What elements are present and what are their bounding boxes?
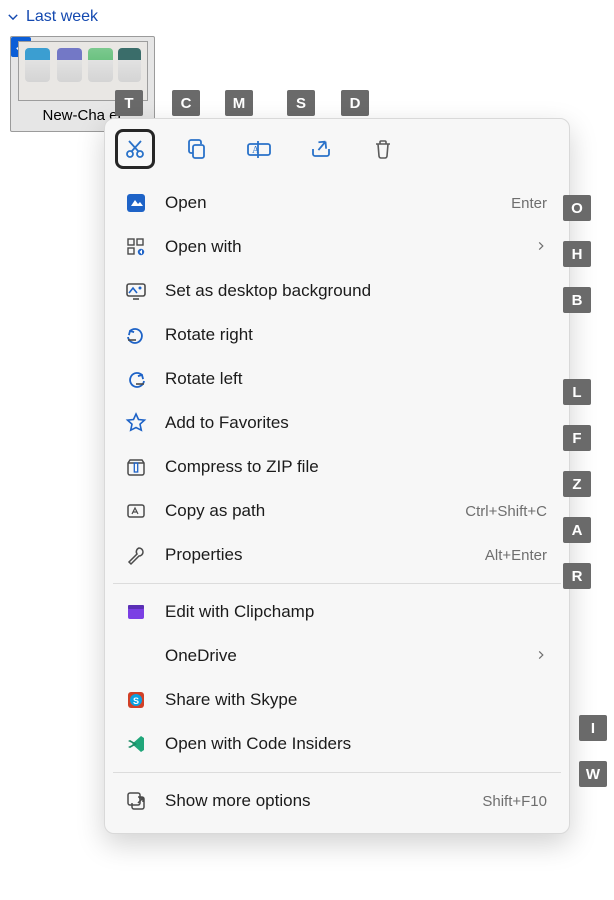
keytip-rot-left: L: [563, 379, 591, 405]
menu-favorites-label: Add to Favorites: [165, 413, 551, 433]
menu-favorites[interactable]: Add to Favorites: [113, 401, 561, 445]
scissors-icon: [123, 137, 147, 161]
wrench-icon: [123, 543, 149, 567]
keytip-fav: F: [563, 425, 591, 451]
keytip-skype: I: [579, 715, 607, 741]
copy-button[interactable]: [179, 131, 215, 167]
menu-compress[interactable]: Compress to ZIP file: [113, 445, 561, 489]
rotate-left-icon: [123, 367, 149, 391]
menu-copy-path-label: Copy as path: [165, 501, 449, 521]
menu-open-with-label: Open with: [165, 237, 519, 257]
menu-open[interactable]: Open Enter: [113, 181, 561, 225]
menu-rotate-right[interactable]: Rotate right: [113, 313, 561, 357]
context-menu-top-row: A: [105, 119, 569, 179]
rename-icon: A: [246, 137, 272, 161]
menu-onedrive-label: OneDrive: [165, 646, 519, 666]
menu-rotate-left[interactable]: Rotate left: [113, 357, 561, 401]
keytip-rename: M: [225, 90, 253, 116]
zip-icon: [123, 455, 149, 479]
menu-skype[interactable]: S Share with Skype: [113, 678, 561, 722]
keytip-code: W: [579, 761, 607, 787]
star-icon: [123, 411, 149, 435]
menu-copy-path[interactable]: Copy as path Ctrl+Shift+C: [113, 489, 561, 533]
menu-properties-label: Properties: [165, 545, 469, 565]
copy-icon: [185, 137, 209, 161]
menu-set-bg-label: Set as desktop background: [165, 281, 551, 301]
keytip-copy: C: [172, 90, 200, 116]
menu-skype-label: Share with Skype: [165, 690, 551, 710]
clipchamp-icon: [123, 600, 149, 624]
svg-text:S: S: [133, 696, 139, 706]
skype-icon: S: [123, 688, 149, 712]
menu-properties-shortcut: Alt+Enter: [485, 547, 551, 564]
menu-properties[interactable]: Properties Alt+Enter: [113, 533, 561, 577]
onedrive-icon: [123, 644, 149, 668]
menu-open-label: Open: [165, 193, 495, 213]
group-label: Last week: [26, 8, 98, 26]
cut-button[interactable]: [117, 131, 153, 167]
rotate-right-icon: [123, 323, 149, 347]
keytip-delete: D: [341, 90, 369, 116]
desktop-icon: [123, 279, 149, 303]
delete-button[interactable]: [365, 131, 401, 167]
group-header[interactable]: Last week: [0, 0, 614, 32]
menu-open-with[interactable]: Open with: [113, 225, 561, 269]
menu-copy-path-shortcut: Ctrl+Shift+C: [465, 503, 551, 520]
svg-text:A: A: [252, 145, 260, 156]
trash-icon: [371, 137, 395, 161]
keytip-set-bg: B: [563, 287, 591, 313]
menu-more-label: Show more options: [165, 791, 466, 811]
keytip-open: O: [563, 195, 591, 221]
menu-code-label: Open with Code Insiders: [165, 734, 551, 754]
chevron-right-icon: [535, 237, 551, 257]
rename-button[interactable]: A: [241, 131, 277, 167]
more-options-icon: [123, 789, 149, 813]
menu-more-shortcut: Shift+F10: [482, 793, 551, 810]
menu-code[interactable]: Open with Code Insiders: [113, 722, 561, 766]
menu-clipchamp-label: Edit with Clipchamp: [165, 602, 551, 622]
keytip-share: S: [287, 90, 315, 116]
menu-rotate-left-label: Rotate left: [165, 369, 551, 389]
open-icon: [123, 191, 149, 215]
menu-more[interactable]: Show more options Shift+F10: [113, 779, 561, 823]
menu-compress-label: Compress to ZIP file: [165, 457, 551, 477]
menu-rotate-right-label: Rotate right: [165, 325, 551, 345]
menu-set-bg[interactable]: Set as desktop background: [113, 269, 561, 313]
separator: [113, 583, 561, 584]
menu-clipchamp[interactable]: Edit with Clipchamp: [113, 590, 561, 634]
separator: [113, 772, 561, 773]
vscode-icon: [123, 732, 149, 756]
context-menu: A Open Enter Open with: [104, 118, 570, 834]
menu-onedrive[interactable]: OneDrive: [113, 634, 561, 678]
copy-path-icon: [123, 499, 149, 523]
keytip-cut: T: [115, 90, 143, 116]
share-button[interactable]: [303, 131, 339, 167]
keytip-zip: Z: [563, 471, 591, 497]
keytip-open-with: H: [563, 241, 591, 267]
share-icon: [309, 137, 333, 161]
menu-open-shortcut: Enter: [511, 195, 551, 212]
open-with-icon: [123, 235, 149, 259]
keytip-props: R: [563, 563, 591, 589]
chevron-right-icon: [535, 646, 551, 666]
chevron-down-icon: [6, 10, 20, 24]
keytip-copypath: A: [563, 517, 591, 543]
